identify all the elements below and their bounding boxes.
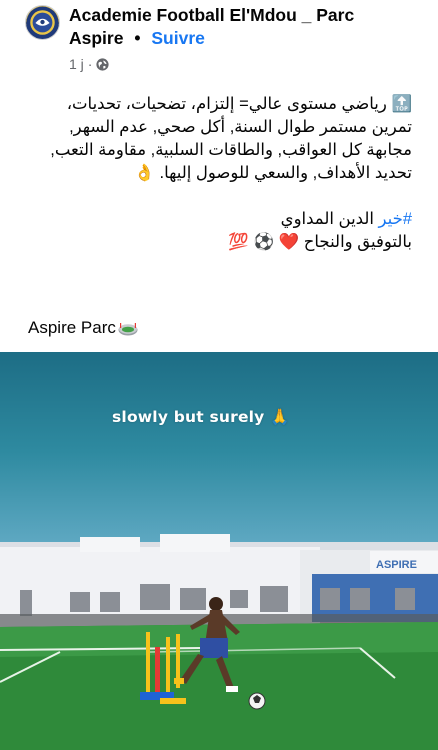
place-text: Aspire Parc	[28, 318, 116, 337]
post-body: 🔝 رياضي مستوى عالي= إلتزام، تضحيات، تحدي…	[12, 93, 412, 254]
post-line-3: مجابهة كل العواقب, والطاقات السلبية, مقا…	[50, 141, 412, 159]
page-name-line2[interactable]: Aspire	[69, 28, 123, 48]
post-line-4: تحديد الأهداف, والسعي للوصول إليها. 👌	[134, 164, 412, 182]
video-caption: slowly but surely 🙏	[112, 408, 290, 426]
aspire-sign: ASPIRE	[376, 559, 417, 571]
post-title-block: Academie Football El'Mdou _ Parc Aspire …	[69, 4, 429, 50]
meta-dot: ·	[87, 56, 93, 72]
page-name-line1[interactable]: Academie Football El'Mdou _ Parc	[69, 5, 354, 25]
stadium-icon	[118, 320, 138, 336]
post-video[interactable]: ASPIRE slowly but surely 🙏	[0, 352, 438, 750]
post-place: Aspire Parc	[28, 318, 138, 338]
post-meta: 1 j ·	[69, 56, 110, 72]
post-line-1: 🔝 رياضي مستوى عالي= إلتزام، تضحيات، تحدي…	[66, 95, 412, 113]
page-avatar[interactable]	[25, 5, 60, 40]
post-timestamp[interactable]: 1 j	[69, 56, 84, 72]
page-name[interactable]: Academie Football El'Mdou _ Parc Aspire …	[69, 4, 429, 50]
club-logo-icon	[26, 6, 59, 39]
post-hashtag-line: #خير الدين المداوي	[12, 208, 412, 231]
hashtag-link[interactable]: #خير	[379, 210, 412, 228]
post-line-2: تمرين مستمر طوال السنة, أكل صحي, عدم الس…	[69, 118, 412, 136]
post-line-6: بالتوفيق والنجاح ❤️ ⚽ 💯	[228, 233, 412, 251]
separator-dot: •	[134, 28, 141, 48]
follow-button[interactable]: Suivre	[151, 28, 205, 48]
hashtag-rest: الدين المداوي	[280, 210, 379, 228]
globe-icon	[96, 57, 110, 71]
post-header: Academie Football El'Mdou _ Parc Aspire …	[0, 0, 438, 86]
